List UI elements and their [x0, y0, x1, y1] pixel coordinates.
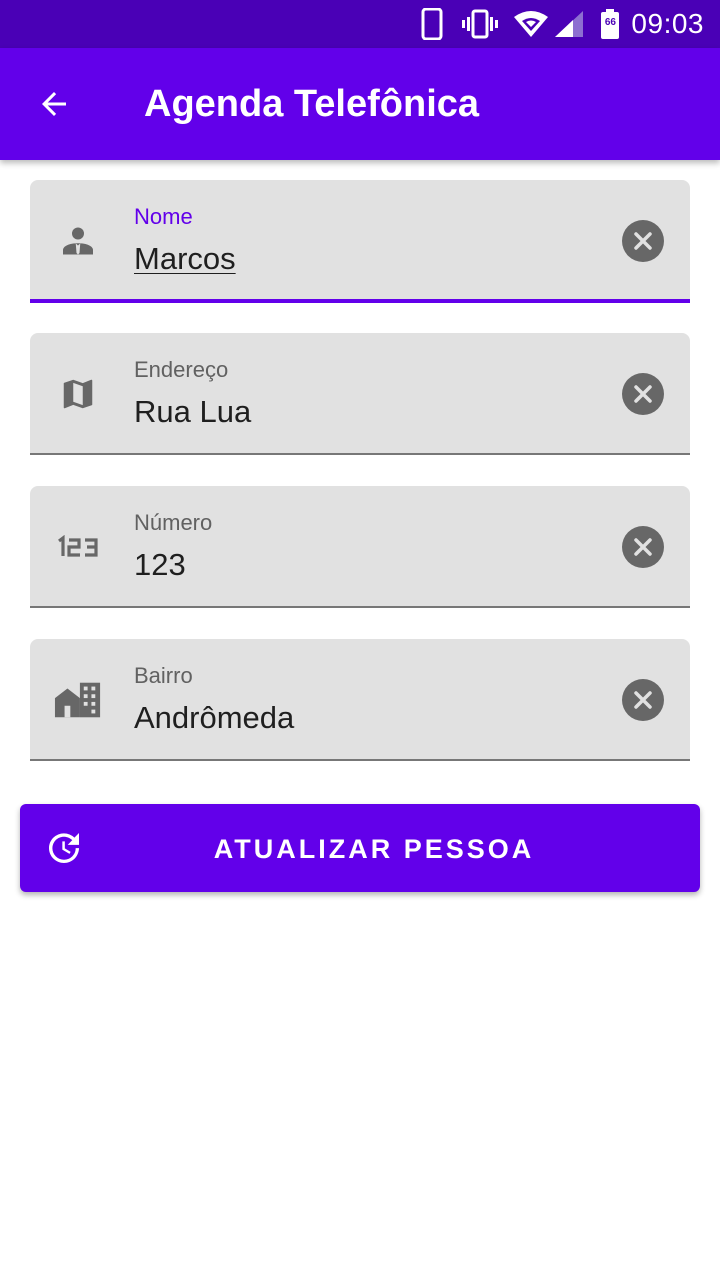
cancel-icon — [634, 232, 652, 250]
update-person-button[interactable]: ATUALIZAR PESSOA — [20, 804, 700, 892]
district-field[interactable]: Bairro Andrômeda — [30, 639, 690, 761]
name-field[interactable]: Nome Marcos — [30, 180, 690, 303]
signal-icon — [553, 9, 585, 39]
district-field-label: Bairro — [134, 663, 193, 688]
name-field-label: Nome — [134, 204, 193, 229]
status-bar: 66 09:03 — [0, 0, 720, 48]
update-person-button-label: ATUALIZAR PESSOA — [213, 834, 535, 864]
wifi-icon — [513, 9, 549, 39]
address-field[interactable]: Endereço Rua Lua — [30, 333, 690, 455]
back-button[interactable] — [30, 80, 78, 128]
name-field-input[interactable]: Marcos — [134, 240, 236, 278]
map-icon — [54, 370, 102, 418]
clear-name-button[interactable] — [622, 220, 664, 262]
number-field[interactable]: Número 123 — [30, 486, 690, 608]
number-field-label: Número — [134, 510, 213, 535]
status-time: 09:03 — [631, 8, 704, 39]
clear-address-button[interactable] — [622, 373, 664, 415]
arrow-back-icon — [42, 92, 66, 116]
location-city-icon — [54, 676, 102, 724]
number-field-input[interactable]: 123 — [134, 546, 186, 584]
status-icons: 66 09:03 — [421, 0, 704, 48]
vibrate-icon — [461, 9, 499, 39]
address-field-label: Endereço — [134, 357, 229, 382]
address-field-input[interactable]: Rua Lua — [134, 393, 251, 431]
battery-icon: 66 — [599, 8, 621, 40]
district-field-input[interactable]: Andrômeda — [134, 699, 294, 737]
page-title: Agenda Telefônica — [144, 83, 480, 125]
clear-district-button[interactable] — [622, 679, 664, 721]
cancel-icon — [634, 691, 652, 709]
app-bar: Agenda Telefônica — [0, 48, 720, 160]
clear-number-button[interactable] — [622, 526, 664, 568]
phone-icon — [421, 8, 443, 40]
cancel-icon — [634, 385, 652, 403]
person-icon — [54, 217, 102, 265]
numbers-icon — [54, 523, 102, 571]
cancel-icon — [634, 538, 652, 556]
battery-level: 66 — [604, 17, 616, 28]
